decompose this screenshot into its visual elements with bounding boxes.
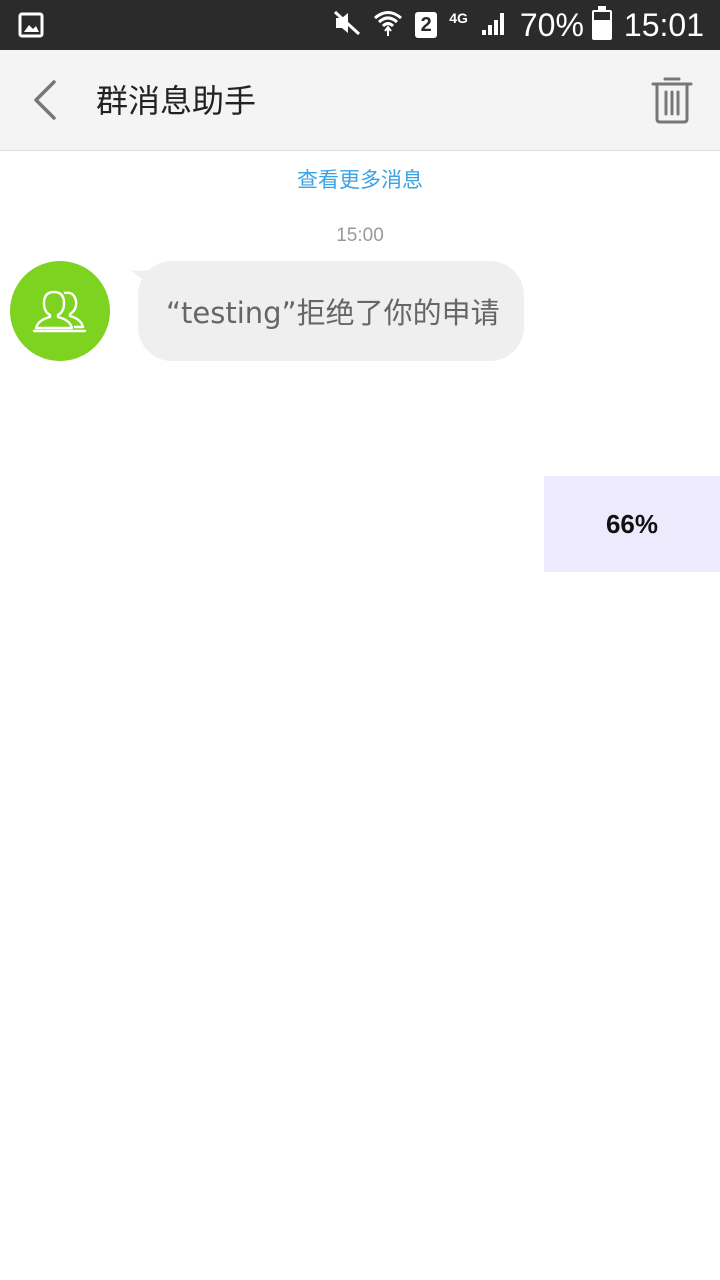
status-bar: 2 4G 70% 15:01	[0, 0, 720, 50]
mute-icon	[333, 10, 361, 40]
network-type-label: 4G	[449, 10, 468, 26]
avatar[interactable]	[10, 261, 110, 361]
gallery-icon	[18, 12, 44, 42]
page-title: 群消息助手	[96, 82, 257, 120]
signal-icon	[480, 10, 508, 40]
battery-percent: 70%	[519, 7, 584, 43]
view-more-link[interactable]: 查看更多消息	[0, 164, 720, 196]
message-timestamp: 15:00	[336, 225, 384, 246]
delete-button[interactable]	[650, 74, 694, 126]
percent-overlay: 66%	[544, 476, 720, 572]
back-button[interactable]	[26, 78, 66, 122]
group-icon	[32, 290, 87, 333]
back-arrow-icon	[34, 80, 56, 120]
percent-label: 66%	[605, 508, 659, 539]
sim-icon: 2	[415, 12, 438, 38]
app-header: 群消息助手	[0, 50, 720, 151]
trash-icon	[651, 77, 693, 124]
battery-icon	[591, 6, 612, 40]
clock: 15:01	[623, 7, 704, 43]
wifi-icon	[373, 9, 403, 41]
message-bubble[interactable]: “testing”拒绝了你的申请	[138, 261, 524, 361]
battery-level-fill	[593, 19, 610, 38]
message-text: “testing”拒绝了你的申请	[166, 296, 500, 330]
